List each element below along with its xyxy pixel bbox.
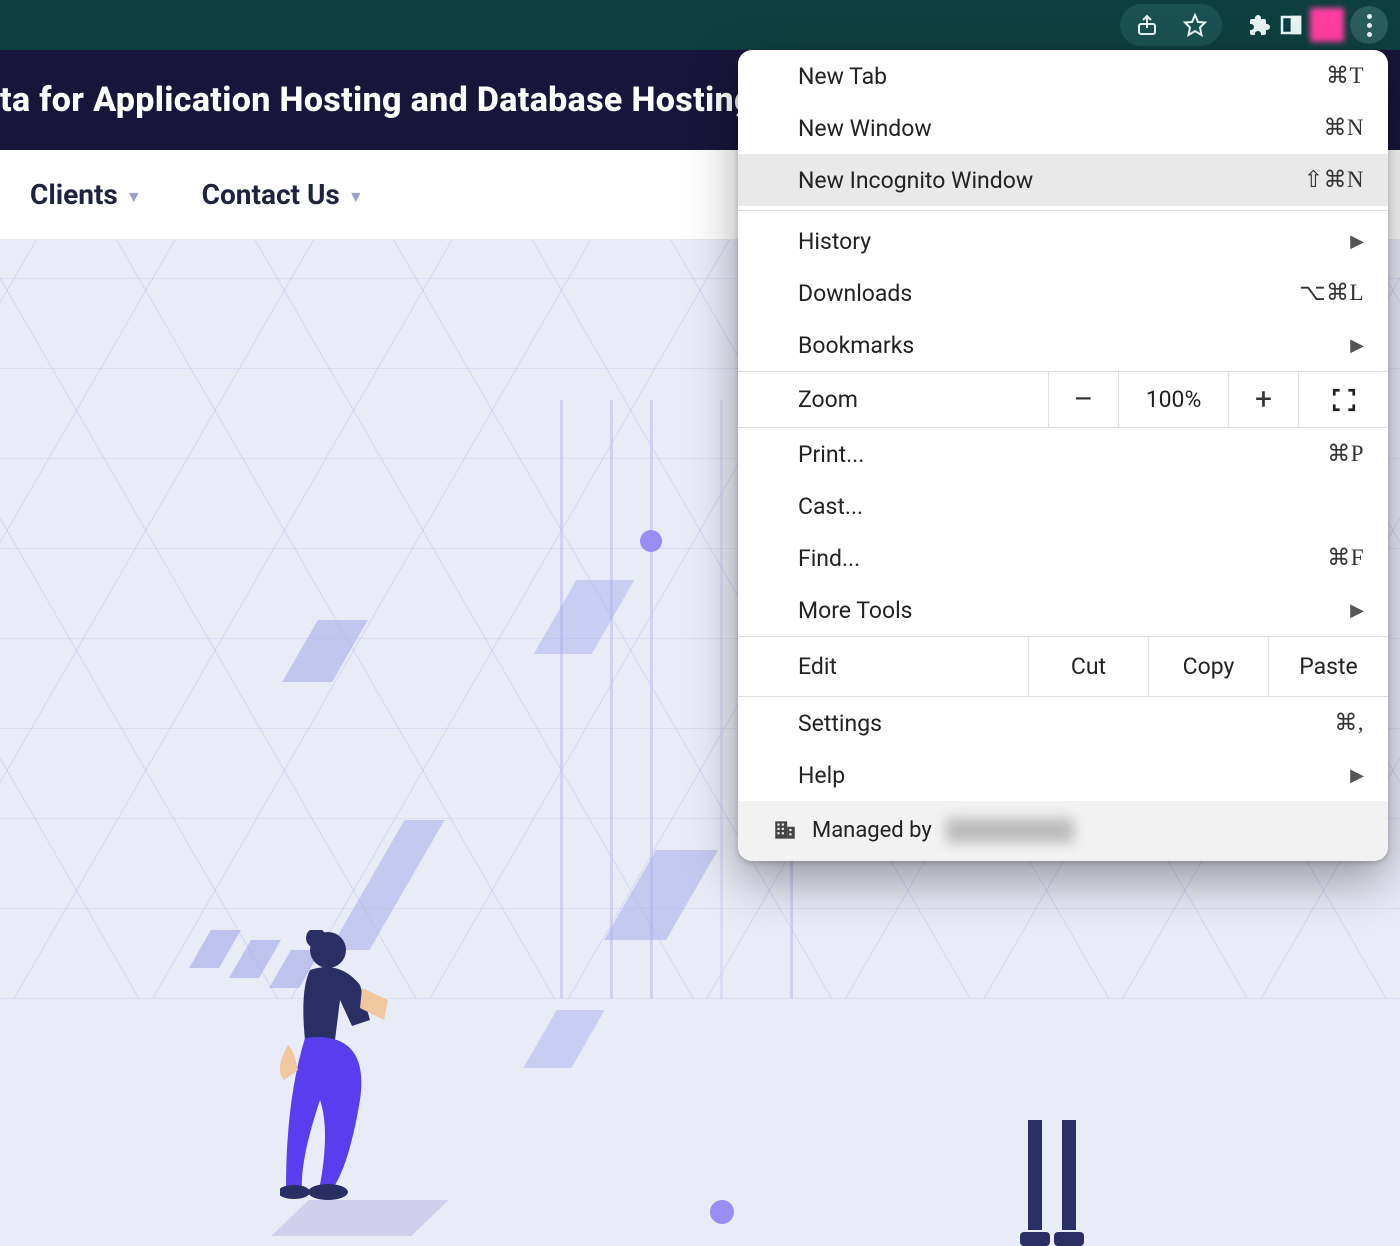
profile-avatar[interactable] <box>1310 8 1344 42</box>
chevron-right-icon: ▶ <box>1350 335 1364 356</box>
browser-toolbar <box>0 0 1400 50</box>
chrome-menu: New Tab ⌘T New Window ⌘N New Incognito W… <box>738 50 1388 861</box>
chevron-down-icon: ▼ <box>126 187 142 207</box>
chevron-right-icon: ▶ <box>1350 231 1364 252</box>
nav-contact-label: Contact Us <box>202 178 340 211</box>
menu-print[interactable]: Print... ⌘P <box>738 428 1388 480</box>
chevron-right-icon: ▶ <box>1350 765 1364 786</box>
menu-history[interactable]: History ▶ <box>738 215 1388 267</box>
edit-cut-button[interactable]: Cut <box>1028 637 1148 696</box>
chevron-down-icon: ▼ <box>348 187 364 207</box>
zoom-out-button[interactable]: – <box>1048 372 1118 427</box>
panel-icon[interactable] <box>1278 12 1304 38</box>
menu-label: Settings <box>798 710 882 737</box>
banner-title: ta for Application Hosting and Database … <box>0 80 754 120</box>
menu-cast[interactable]: Cast... <box>738 480 1388 532</box>
nav-contact[interactable]: Contact Us ▼ <box>202 178 364 211</box>
menu-help[interactable]: Help ▶ <box>738 749 1388 801</box>
menu-managed-by[interactable]: Managed by redacted text <box>738 801 1388 861</box>
chrome-menu-button[interactable] <box>1350 6 1388 44</box>
zoom-label: Zoom <box>738 372 1048 427</box>
menu-label: Cast... <box>798 493 863 520</box>
menu-new-window[interactable]: New Window ⌘N <box>738 102 1388 154</box>
menu-shortcut: ⌘, <box>1334 710 1364 736</box>
nav-clients[interactable]: Clients ▼ <box>30 178 142 211</box>
managed-prefix: Managed by <box>812 818 932 843</box>
menu-edit: Edit Cut Copy Paste <box>738 636 1388 697</box>
menu-more-tools[interactable]: More Tools ▶ <box>738 584 1388 636</box>
illustration-person-2 <box>1010 1120 1100 1240</box>
star-icon[interactable] <box>1182 12 1208 38</box>
menu-label: New Tab <box>798 63 887 90</box>
menu-shortcut: ⌘F <box>1327 545 1364 571</box>
zoom-value: 100% <box>1118 372 1228 427</box>
menu-bookmarks[interactable]: Bookmarks ▶ <box>738 319 1388 371</box>
menu-find[interactable]: Find... ⌘F <box>738 532 1388 584</box>
menu-shortcut: ⌘T <box>1326 63 1364 89</box>
menu-downloads[interactable]: Downloads ⌥⌘L <box>738 267 1388 319</box>
menu-label: More Tools <box>798 597 913 624</box>
share-icon[interactable] <box>1134 12 1160 38</box>
omnibox-actions <box>1120 4 1222 46</box>
zoom-in-button[interactable]: + <box>1228 372 1298 427</box>
menu-settings[interactable]: Settings ⌘, <box>738 697 1388 749</box>
menu-shortcut: ⌥⌘L <box>1299 280 1364 306</box>
menu-label: New Incognito Window <box>798 167 1033 194</box>
menu-shortcut: ⌘N <box>1323 115 1364 141</box>
edit-copy-button[interactable]: Copy <box>1148 637 1268 696</box>
menu-separator <box>738 210 1388 211</box>
edit-paste-button[interactable]: Paste <box>1268 637 1388 696</box>
menu-label: Print... <box>798 441 864 468</box>
menu-label: Downloads <box>798 280 912 307</box>
nav-clients-label: Clients <box>30 178 118 211</box>
menu-zoom: Zoom – 100% + <box>738 371 1388 428</box>
edit-label: Edit <box>738 637 1028 696</box>
fullscreen-button[interactable] <box>1298 372 1388 427</box>
menu-label: Help <box>798 762 845 789</box>
menu-label: History <box>798 228 871 255</box>
organization-icon <box>772 817 798 843</box>
menu-shortcut: ⇧⌘N <box>1304 167 1364 193</box>
menu-new-incognito[interactable]: New Incognito Window ⇧⌘N <box>738 154 1388 206</box>
menu-label: Bookmarks <box>798 332 914 359</box>
managed-org-name: redacted text <box>946 818 1075 843</box>
menu-shortcut: ⌘P <box>1327 441 1364 467</box>
menu-label: New Window <box>798 115 932 142</box>
chevron-right-icon: ▶ <box>1350 600 1364 621</box>
menu-label: Find... <box>798 545 860 572</box>
menu-new-tab[interactable]: New Tab ⌘T <box>738 50 1388 102</box>
puzzle-icon[interactable] <box>1246 12 1272 38</box>
illustration-person <box>280 930 400 1220</box>
